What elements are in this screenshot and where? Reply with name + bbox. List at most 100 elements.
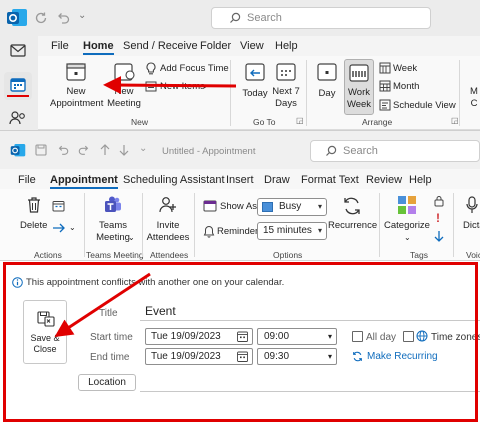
search-icon xyxy=(230,12,241,23)
ribbon-separator xyxy=(459,60,460,126)
goto-group-label: Go To xyxy=(253,117,276,127)
high-importance-icon[interactable]: ! xyxy=(436,211,440,225)
private-lock-icon[interactable] xyxy=(434,195,444,207)
search-icon xyxy=(326,145,337,156)
tab-help[interactable]: Help xyxy=(409,174,432,186)
ribbon-separator xyxy=(230,60,231,126)
attendees-group-label: Attendees xyxy=(150,250,189,260)
trash-icon xyxy=(28,197,40,213)
outer-tab-folder[interactable]: Folder xyxy=(200,40,231,52)
voice-group-label: Voic xyxy=(466,250,480,260)
undo-icon[interactable] xyxy=(57,144,69,156)
show-as-label: Show As: xyxy=(220,201,260,212)
appointment-icon xyxy=(66,63,86,81)
low-importance-icon[interactable] xyxy=(434,230,444,242)
tags-group-label: Tags xyxy=(410,250,428,260)
qat-more-icon[interactable]: ⌄ xyxy=(139,143,147,154)
outer-tab-send-receive[interactable]: Send / Receive xyxy=(123,40,198,52)
invite-attendees-button[interactable]: Invite Attendees xyxy=(146,194,190,244)
search-placeholder: Search xyxy=(343,145,378,157)
actions-group-label: Actions xyxy=(34,250,62,260)
outer-tab-help[interactable]: Help xyxy=(275,40,298,52)
show-as-select[interactable]: Busy ▾ xyxy=(257,198,327,216)
dictate-label: Dicta xyxy=(463,220,480,231)
schedule-icon xyxy=(379,99,391,111)
dialog-launcher-icon[interactable]: ◲ xyxy=(296,116,304,125)
ribbon-separator xyxy=(142,193,143,257)
outer-tab-view[interactable]: View xyxy=(240,40,264,52)
show-as-value: Busy xyxy=(279,201,302,212)
arrow-down-icon[interactable] xyxy=(119,144,129,156)
new-meeting-button[interactable]: New Meeting xyxy=(106,58,142,114)
search-placeholder: Search xyxy=(247,12,282,24)
delete-button[interactable]: Delete xyxy=(20,194,50,238)
invite-attendees-label: Invite Attendees xyxy=(146,220,190,243)
month-label: Month xyxy=(393,81,420,92)
calendar-nav-item[interactable] xyxy=(4,72,32,100)
undo-icon[interactable] xyxy=(56,11,70,25)
day-icon xyxy=(317,63,337,81)
recurrence-label: Recurrence xyxy=(328,220,378,231)
tab-insert[interactable]: Insert xyxy=(226,174,254,186)
month-icon xyxy=(379,80,391,92)
bell-icon xyxy=(203,225,215,238)
arrange-group-label: Arrange xyxy=(362,117,393,127)
tab-file[interactable]: File xyxy=(18,174,36,186)
chevron-down-icon: ▾ xyxy=(317,202,322,211)
tab-draw[interactable]: Draw xyxy=(264,174,290,186)
reminder-select[interactable]: 15 minutes ▾ xyxy=(257,222,327,240)
next-days-icon xyxy=(276,63,296,81)
ribbon-separator xyxy=(306,60,307,126)
appointment-search-input[interactable]: Search xyxy=(310,140,480,162)
new-group-label: New xyxy=(131,117,149,127)
next-7-days-button[interactable]: Next 7 Days xyxy=(272,58,300,114)
options-group-label: Options xyxy=(273,250,303,260)
microphone-icon xyxy=(466,196,478,213)
work-week-icon xyxy=(349,64,369,82)
save-icon[interactable] xyxy=(35,144,47,156)
arrow-up-icon[interactable] xyxy=(100,144,110,156)
meeting-icon xyxy=(114,63,135,81)
sync-icon[interactable] xyxy=(34,11,48,25)
chevron-down-icon: ⌄ xyxy=(202,83,208,90)
calendar-small-icon[interactable] xyxy=(52,200,65,212)
ribbon-separator xyxy=(453,193,454,257)
today-button[interactable]: Today xyxy=(240,58,270,114)
people-icon[interactable] xyxy=(9,111,27,125)
lightbulb-icon xyxy=(146,62,156,75)
outer-tab-home[interactable]: Home xyxy=(83,40,114,55)
reminder-value: 15 minutes xyxy=(263,225,312,236)
tab-format-text[interactable]: Format Text xyxy=(301,174,359,186)
window-title: Untitled - Appointment xyxy=(162,146,256,157)
outer-search-input[interactable]: Search xyxy=(211,7,431,29)
new-items-label: New Items xyxy=(160,81,205,92)
chevron-down-icon[interactable]: ⌄ xyxy=(128,233,135,242)
ribbon-separator xyxy=(84,193,85,257)
partial-ribbon-item[interactable]: M C xyxy=(468,86,480,110)
forward-arrow-icon[interactable] xyxy=(52,223,66,233)
categorize-label: Categorize xyxy=(384,220,430,231)
new-items-dropdown[interactable]: New Items ⌄ xyxy=(145,80,215,94)
tab-appointment[interactable]: Appointment xyxy=(50,174,118,189)
today-icon xyxy=(245,63,265,81)
outer-tab-file[interactable]: File xyxy=(51,40,69,52)
dictate-button[interactable]: Dicta xyxy=(462,194,480,244)
new-items-icon xyxy=(145,81,157,92)
dialog-launcher-icon[interactable]: ◲ xyxy=(451,116,459,125)
chevron-down-icon[interactable]: ⌄ xyxy=(404,233,411,242)
qat-more-icon[interactable]: ⌄ xyxy=(78,10,86,21)
chevron-down-icon[interactable]: ⌄ xyxy=(69,223,76,232)
week-label: Week xyxy=(393,63,418,74)
day-label: Day xyxy=(318,88,336,99)
recurrence-button[interactable]: Recurrence xyxy=(328,194,378,236)
ribbon-separator xyxy=(194,193,195,257)
new-appointment-button[interactable]: New Appointment xyxy=(50,58,103,114)
categorize-icon xyxy=(398,196,416,214)
mail-icon[interactable] xyxy=(10,44,26,57)
tab-scheduling-assistant[interactable]: Scheduling Assistant xyxy=(123,174,225,186)
day-view-button[interactable]: Day xyxy=(313,58,341,114)
calendar-icon xyxy=(10,78,26,92)
redo-icon[interactable] xyxy=(78,144,90,156)
work-week-button[interactable]: Work Week xyxy=(344,59,374,115)
tab-review[interactable]: Review xyxy=(366,174,402,186)
